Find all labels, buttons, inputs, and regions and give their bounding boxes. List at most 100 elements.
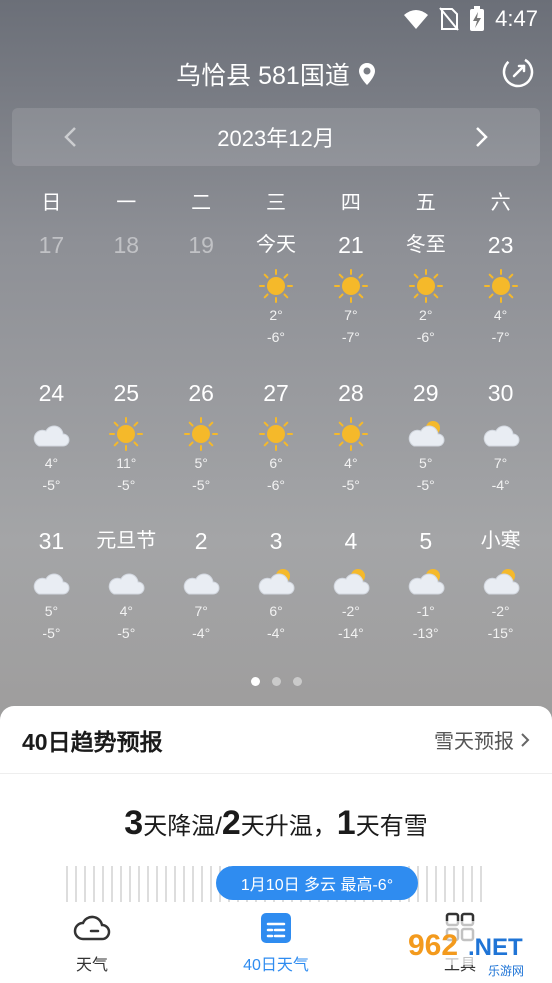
page-dot[interactable] xyxy=(271,677,281,686)
page-indicator xyxy=(0,677,552,686)
low-temp: -4° xyxy=(491,477,510,493)
refresh-icon[interactable] xyxy=(500,54,536,90)
trend-title: 40日趋势预报 xyxy=(22,728,163,755)
day-label: 25 xyxy=(113,380,140,406)
cloud-icon xyxy=(483,425,520,447)
calendar-day-cell[interactable]: 26 5° -5° xyxy=(164,376,239,524)
low-temp: -5° xyxy=(117,625,136,641)
cooling-text: 天降温/ xyxy=(143,813,222,840)
calendar-day-cell: 18 xyxy=(89,228,164,376)
low-temp: -14° xyxy=(337,625,364,641)
prev-month-button[interactable] xyxy=(60,125,80,149)
tab-weather[interactable]: 天气 xyxy=(0,903,184,983)
snow-forecast-label: 雪天预报 xyxy=(434,731,514,753)
day-label: 19 xyxy=(188,232,214,258)
high-temp: -2° xyxy=(341,603,360,619)
sun-icon xyxy=(259,269,293,303)
day-label: 29 xyxy=(412,380,439,406)
svg-text:962: 962 xyxy=(408,929,458,962)
high-temp: -1° xyxy=(416,603,435,619)
calendar-day-cell[interactable]: 30 7° -4° xyxy=(463,376,538,524)
tab-label: 40日天气 xyxy=(243,957,309,974)
low-temp: -5° xyxy=(416,477,435,493)
status-icons: 4:47 xyxy=(403,6,538,32)
day-label: 元旦节 xyxy=(96,530,157,552)
calendar-day-cell[interactable]: 29 5° -5° xyxy=(388,376,463,524)
low-temp: -6° xyxy=(416,329,435,345)
svg-text:.NET: .NET xyxy=(468,934,523,961)
sun-icon xyxy=(109,417,144,451)
calendar-day-cell[interactable]: 25 11° -5° xyxy=(89,376,164,524)
high-temp: 2° xyxy=(419,307,433,323)
calendar-day-cell[interactable]: 元旦节 4° -5° xyxy=(89,524,164,672)
sun-icon xyxy=(333,417,368,451)
calendar-grid: 17 18 19 今天 2° -6° 21 7° -7° 冬至 2° -6° 23 4° -7° 24 4° -5… xyxy=(14,228,538,672)
low-temp: -6° xyxy=(266,477,286,493)
sun-icon xyxy=(483,269,518,303)
partly-cloudy-icon xyxy=(333,569,370,595)
no-sim-icon xyxy=(439,7,459,31)
low-temp: -5° xyxy=(117,477,136,493)
weekday-label: 一 xyxy=(116,192,137,214)
battery-charging-icon xyxy=(470,6,485,31)
day-label: 冬至 xyxy=(405,234,446,256)
page-dot[interactable] xyxy=(250,677,260,686)
calendar-day-cell: 19 xyxy=(164,228,239,376)
calendar-day-cell[interactable]: 5 -1° -13° xyxy=(388,524,463,672)
calendar-day-cell[interactable]: 小寒 -2° -15° xyxy=(463,524,538,672)
high-temp: 11° xyxy=(116,455,137,471)
high-temp: 5° xyxy=(194,455,208,471)
day-label: 2 xyxy=(194,528,208,554)
day-label: 4 xyxy=(344,528,358,554)
status-bar: 4:47 xyxy=(0,0,552,38)
low-temp: -7° xyxy=(491,329,510,345)
sun-icon xyxy=(408,269,443,303)
day-label: 24 xyxy=(38,380,65,406)
cooling-days-count: 3 xyxy=(124,804,144,842)
calendar-day-cell[interactable]: 冬至 2° -6° xyxy=(388,228,463,376)
high-temp: 6° xyxy=(269,603,283,619)
calendar-day-cell[interactable]: 28 4° -5° xyxy=(313,376,388,524)
tab-40-day-weather[interactable]: 40日天气 xyxy=(184,903,368,983)
day-label: 31 xyxy=(38,528,65,554)
sun-icon xyxy=(259,417,293,451)
next-month-button[interactable] xyxy=(472,125,492,149)
trend-day-pill[interactable]: 1月10日 多云 最高-6° xyxy=(216,866,418,900)
calendar-day-cell[interactable]: 2 7° -4° xyxy=(164,524,239,672)
page-dot[interactable] xyxy=(292,677,302,686)
calendar-day-cell[interactable]: 27 6° -6° xyxy=(239,376,314,524)
calendar-day-cell[interactable]: 24 4° -5° xyxy=(14,376,89,524)
calendar-day-cell[interactable]: 23 4° -7° xyxy=(463,228,538,376)
low-temp: -15° xyxy=(487,625,514,641)
partly-cloudy-icon xyxy=(483,569,520,595)
weekday-label: 六 xyxy=(490,192,511,214)
trend-header: 40日趋势预报 雪天预报 xyxy=(0,706,552,774)
snow-forecast-link[interactable]: 雪天预报 xyxy=(434,725,530,754)
partly-cloudy-icon xyxy=(408,421,445,447)
low-temp: -6° xyxy=(266,329,286,345)
calendar-day-cell[interactable]: 3 6° -4° xyxy=(239,524,314,672)
day-label: 27 xyxy=(263,380,289,406)
weekday-label: 五 xyxy=(415,192,436,214)
site-watermark-logo: 962 .NET 乐游网 xyxy=(398,921,544,977)
high-temp: 2° xyxy=(269,307,283,323)
day-label: 3 xyxy=(269,528,283,554)
warming-days-count: 2 xyxy=(221,804,241,842)
weekday-label: 四 xyxy=(340,192,361,214)
location-selector[interactable]: 乌恰县 581国道 xyxy=(0,56,552,92)
calendar-day-cell[interactable]: 4 -2° -14° xyxy=(313,524,388,672)
warming-text: 天升温， xyxy=(240,813,337,840)
cloud-icon xyxy=(34,425,70,447)
low-temp: -13° xyxy=(412,625,439,641)
chevron-right-icon xyxy=(521,732,530,747)
svg-text:乐游网: 乐游网 xyxy=(488,964,524,977)
calendar-day-cell[interactable]: 今天 2° -6° xyxy=(239,228,314,376)
high-temp: -2° xyxy=(491,603,510,619)
high-temp: 5° xyxy=(44,603,59,619)
calendar-day-cell[interactable]: 21 7° -7° xyxy=(313,228,388,376)
sun-icon xyxy=(184,417,219,451)
calendar-day-cell: 17 xyxy=(14,228,89,376)
day-label: 18 xyxy=(113,232,140,258)
calendar-day-cell[interactable]: 31 5° -5° xyxy=(14,524,89,672)
partly-cloudy-icon xyxy=(258,569,295,595)
